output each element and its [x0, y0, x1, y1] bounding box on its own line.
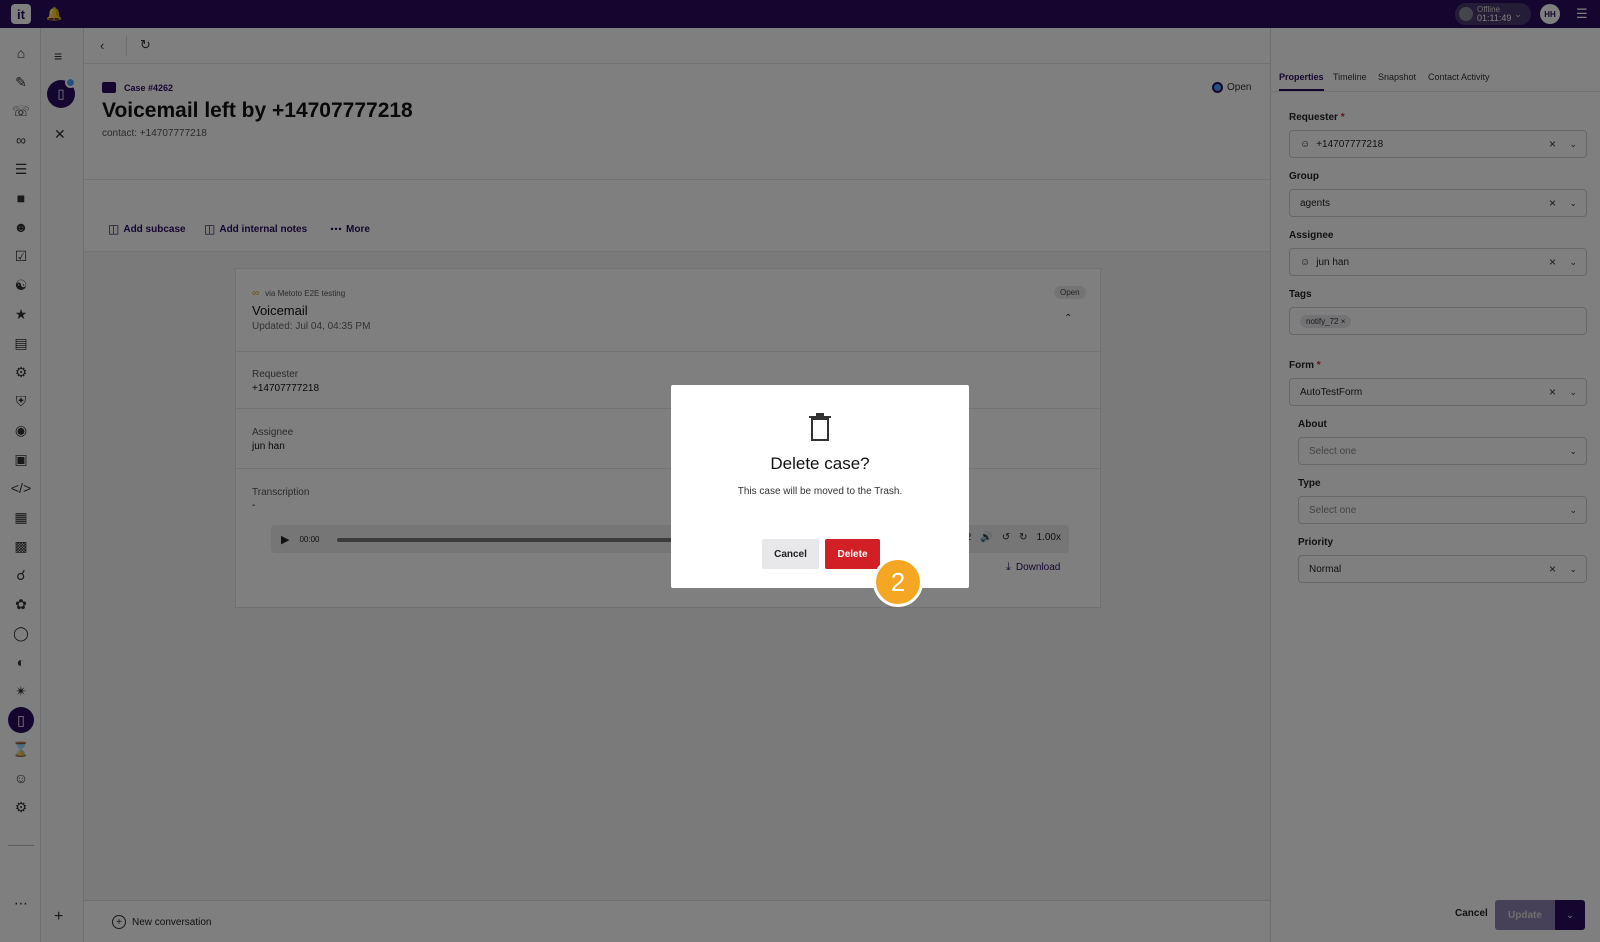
dialog-title: Delete case? [770, 454, 870, 473]
cancel-button[interactable]: Cancel [762, 539, 819, 569]
delete-case-dialog: Delete case? This case will be moved to … [671, 385, 969, 588]
step-badge: 2 [873, 557, 923, 607]
trash-icon [809, 413, 831, 441]
delete-button[interactable]: Delete [825, 539, 880, 569]
dialog-message: This case will be moved to the Trash. [737, 486, 903, 497]
